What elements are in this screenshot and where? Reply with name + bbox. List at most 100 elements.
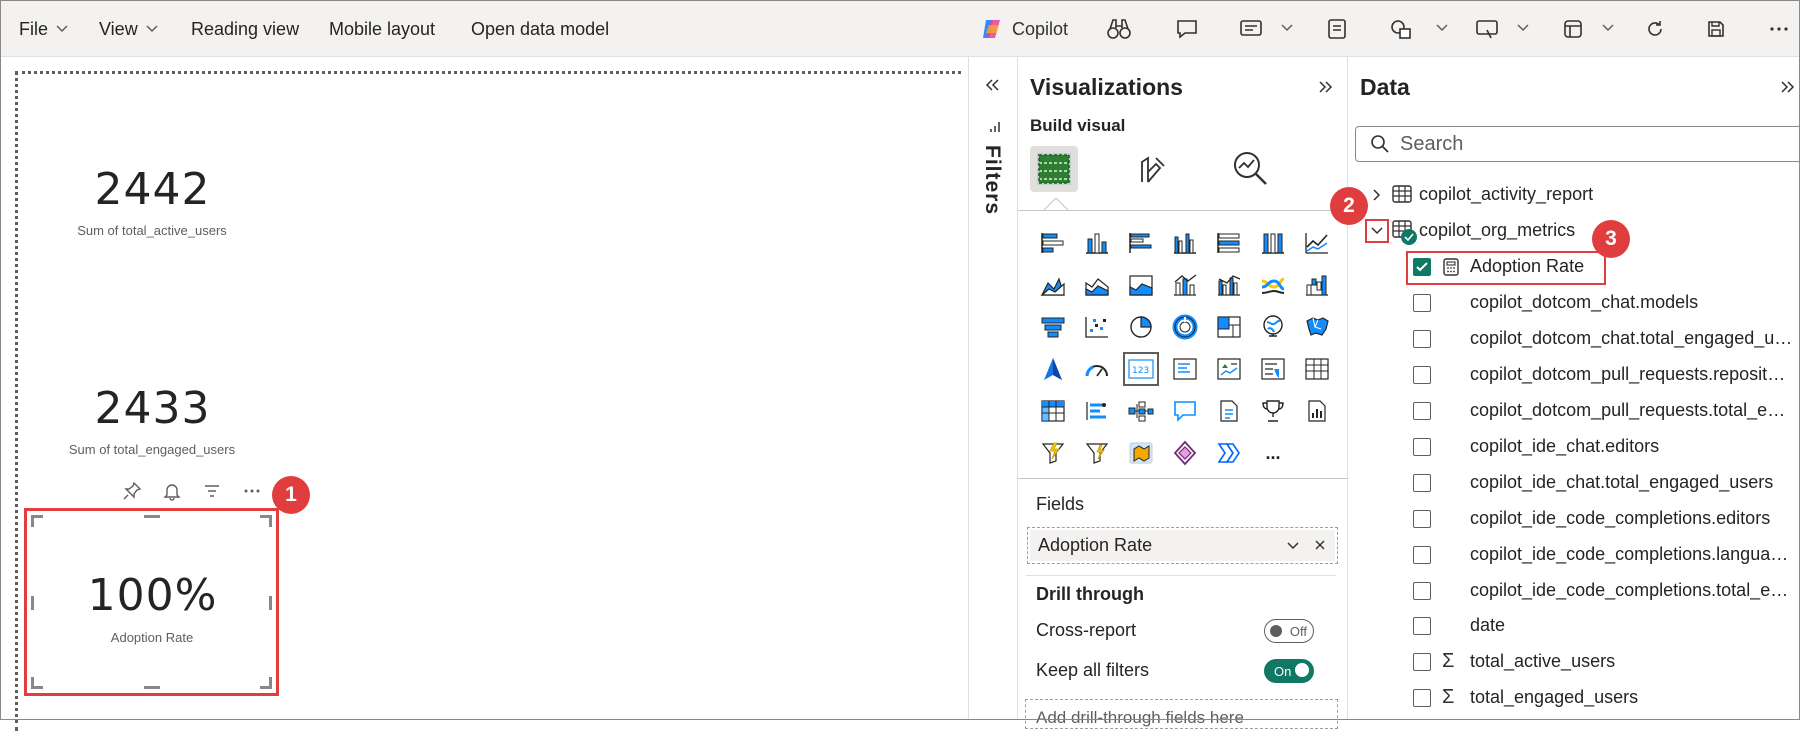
data-search-input[interactable]: Search: [1355, 126, 1800, 162]
field-item[interactable]: copilot_dotcom_pull_requests.repositori.…: [1470, 364, 1795, 385]
chevron-down-icon[interactable]: [1287, 542, 1299, 550]
more-visuals-button[interactable]: ...: [1251, 432, 1295, 474]
shapes-icon[interactable]: [1386, 14, 1416, 44]
matrix-visual-icon[interactable]: [1031, 390, 1075, 432]
line-and-clustered-column-icon[interactable]: [1207, 264, 1251, 306]
comment-icon[interactable]: [1172, 14, 1202, 44]
pin-icon[interactable]: [122, 481, 142, 501]
field-checkbox[interactable]: [1413, 617, 1431, 635]
100-stacked-bar-chart-icon[interactable]: [1207, 222, 1251, 264]
field-item[interactable]: copilot_dotcom_chat.total_engaged_us...: [1470, 328, 1795, 349]
line-and-stacked-column-icon[interactable]: [1163, 264, 1207, 306]
table-visual-icon[interactable]: [1295, 348, 1339, 390]
area-chart-icon[interactable]: [1031, 264, 1075, 306]
trophy-goals-icon[interactable]: [1251, 390, 1295, 432]
paginated-report-icon[interactable]: [1295, 390, 1339, 432]
key-influencers-icon[interactable]: [1075, 390, 1119, 432]
waterfall-chart-icon[interactable]: [1295, 264, 1339, 306]
resize-handle[interactable]: [144, 686, 160, 689]
mobile-layout-button[interactable]: Mobile layout: [329, 17, 435, 41]
azure-maps-visual-icon[interactable]: [1119, 432, 1163, 474]
window-icon[interactable]: [1558, 14, 1588, 44]
field-adoption-rate[interactable]: Adoption Rate: [1470, 256, 1584, 277]
resize-handle[interactable]: [31, 677, 34, 689]
field-item[interactable]: copilot_dotcom_pull_requests.total_eng..…: [1470, 400, 1795, 421]
funnel-chart-icon[interactable]: [1031, 306, 1075, 348]
slicer-icon[interactable]: [1251, 348, 1295, 390]
present-icon[interactable]: [1472, 14, 1502, 44]
notes-icon[interactable]: [1322, 14, 1352, 44]
expand-table-button[interactable]: [1365, 219, 1389, 243]
stacked-area-chart-icon[interactable]: [1075, 264, 1119, 306]
more-options-icon[interactable]: [1764, 14, 1794, 44]
smart-narrative-icon[interactable]: [1207, 390, 1251, 432]
remove-field-icon[interactable]: [1315, 540, 1325, 550]
open-data-model-button[interactable]: Open data model: [471, 17, 609, 41]
analytics-icon[interactable]: [1230, 148, 1270, 188]
line-chart-icon[interactable]: [1295, 222, 1339, 264]
power-apps-icon[interactable]: [1163, 432, 1207, 474]
gauge-icon[interactable]: [1075, 348, 1119, 390]
resize-handle[interactable]: [269, 596, 272, 610]
card-value-active-users[interactable]: 2442: [60, 164, 245, 215]
stacked-column-chart-icon[interactable]: [1075, 222, 1119, 264]
field-item[interactable]: copilot_ide_code_completions.total_eng..…: [1470, 580, 1795, 601]
qa-visual-icon[interactable]: [1163, 390, 1207, 432]
field-item[interactable]: copilot_ide_code_completions.editors: [1470, 508, 1795, 529]
scatter-chart-icon[interactable]: [1075, 306, 1119, 348]
multi-row-card-icon[interactable]: [1163, 348, 1207, 390]
ribbon-chart-icon[interactable]: [1251, 264, 1295, 306]
format-visual-icon[interactable]: [1132, 148, 1172, 188]
field-item[interactable]: total_active_users: [1470, 651, 1615, 672]
more-options-icon[interactable]: [242, 481, 262, 501]
field-checkbox[interactable]: [1413, 330, 1431, 348]
refresh-icon[interactable]: [1640, 14, 1670, 44]
collapse-right-icon[interactable]: [1780, 80, 1796, 94]
azure-map-icon[interactable]: [1031, 348, 1075, 390]
field-checkbox[interactable]: [1413, 438, 1431, 456]
field-item[interactable]: copilot_dotcom_chat.models: [1470, 292, 1795, 313]
collapse-right-icon[interactable]: [1318, 80, 1334, 94]
field-checkbox[interactable]: [1413, 689, 1431, 707]
table-copilot-org-metrics[interactable]: copilot_org_metrics: [1419, 214, 1575, 246]
resize-handle[interactable]: [31, 515, 34, 527]
stacked-bar-chart-icon[interactable]: [1031, 222, 1075, 264]
donut-chart-icon[interactable]: [1163, 306, 1207, 348]
chevron-right-icon[interactable]: [1372, 188, 1382, 202]
filter-icon[interactable]: [202, 481, 222, 501]
subscribe-icon[interactable]: [1236, 14, 1266, 44]
filters-label[interactable]: Filters: [980, 145, 1004, 215]
resize-handle[interactable]: [269, 515, 272, 527]
reading-view-button[interactable]: Reading view: [191, 17, 299, 41]
cross-report-toggle[interactable]: Off: [1264, 619, 1314, 643]
field-pill-adoption-rate[interactable]: Adoption Rate: [1030, 530, 1335, 561]
field-item[interactable]: copilot_ide_chat.total_engaged_users: [1470, 472, 1795, 493]
keep-all-filters-toggle[interactable]: On: [1264, 659, 1314, 683]
card-visual-icon[interactable]: 123: [1119, 348, 1163, 390]
copilot-button[interactable]: Copilot: [980, 17, 1068, 41]
view-menu[interactable]: View: [99, 17, 158, 41]
clustered-bar-chart-icon[interactable]: [1119, 222, 1163, 264]
field-checkbox[interactable]: [1413, 653, 1431, 671]
bell-icon[interactable]: [162, 481, 182, 501]
field-checkbox[interactable]: [1413, 582, 1431, 600]
binoculars-icon[interactable]: [1104, 14, 1134, 44]
chevron-down-icon[interactable]: [1515, 20, 1531, 36]
kpi-icon[interactable]: [1207, 348, 1251, 390]
clustered-column-chart-icon[interactable]: [1163, 222, 1207, 264]
pie-chart-icon[interactable]: [1119, 306, 1163, 348]
resize-handle[interactable]: [144, 515, 160, 518]
resize-handle[interactable]: [31, 596, 34, 610]
field-item[interactable]: copilot_ide_code_completions.languages: [1470, 544, 1795, 565]
field-checkbox[interactable]: [1413, 402, 1431, 420]
field-item[interactable]: date: [1470, 615, 1505, 636]
file-menu[interactable]: File: [19, 17, 68, 41]
fields-tab[interactable]: [1030, 146, 1078, 192]
field-checkbox-adoption-rate[interactable]: [1413, 258, 1431, 276]
table-copilot-activity-report[interactable]: copilot_activity_report: [1419, 178, 1593, 210]
resize-handle[interactable]: [269, 677, 272, 689]
power-automate-flow-icon[interactable]: [1207, 432, 1251, 474]
100-stacked-area-chart-icon[interactable]: [1119, 264, 1163, 306]
chevron-down-icon[interactable]: [1279, 20, 1295, 36]
field-item[interactable]: copilot_ide_chat.editors: [1470, 436, 1795, 457]
